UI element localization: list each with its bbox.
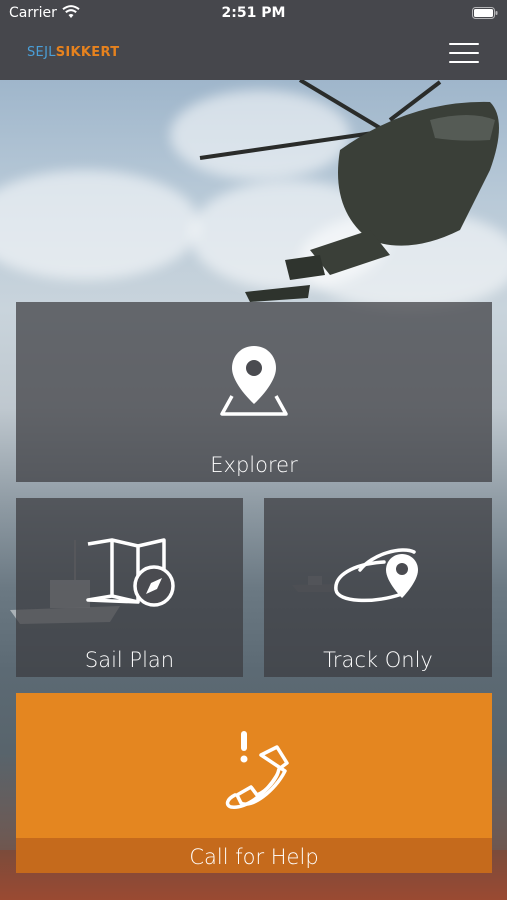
map-compass-icon bbox=[86, 538, 175, 607]
battery-icon bbox=[472, 7, 498, 19]
orbit-pin-icon bbox=[334, 548, 418, 603]
sail-plan-label: Sail Plan bbox=[84, 648, 175, 672]
nav-bar: SEJLSIKKERT bbox=[0, 28, 507, 80]
hamburger-menu-icon[interactable] bbox=[449, 41, 479, 65]
phone-alert-icon bbox=[225, 731, 289, 809]
call-for-help-label: Call for Help bbox=[189, 845, 319, 869]
call-for-help-button[interactable]: Call for Help bbox=[16, 693, 492, 873]
track-only-button[interactable]: Track Only bbox=[264, 498, 492, 677]
logo-part2: SIKKERT bbox=[55, 45, 120, 60]
track-only-label: Track Only bbox=[323, 648, 433, 672]
app-logo: SEJLSIKKERT bbox=[27, 45, 119, 60]
logo-part1: SEJL bbox=[27, 45, 56, 60]
helicopter-graphic bbox=[199, 80, 499, 302]
explorer-label: Explorer bbox=[210, 453, 298, 477]
sail-plan-button[interactable]: Sail Plan bbox=[16, 498, 243, 677]
status-time: 2:51 PM bbox=[221, 5, 286, 21]
explorer-button[interactable]: Explorer bbox=[16, 302, 492, 482]
map-pin-icon bbox=[220, 346, 288, 416]
status-bar: Carrier 2:51 PM bbox=[0, 0, 507, 28]
